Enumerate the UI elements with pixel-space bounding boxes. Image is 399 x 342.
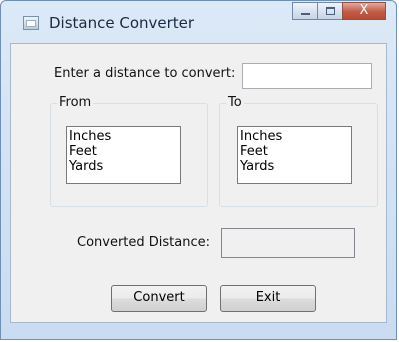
from-option-yards[interactable]: Yards	[69, 159, 178, 174]
to-groupbox: To Inches Feet Yards	[219, 95, 378, 207]
from-group-label: From	[57, 95, 94, 110]
minimize-icon[interactable]	[292, 2, 318, 20]
converted-distance-label: Converted Distance:	[77, 235, 211, 250]
window-controls: X	[292, 2, 386, 22]
close-icon[interactable]: X	[342, 2, 386, 20]
to-option-inches[interactable]: Inches	[240, 129, 349, 144]
from-option-feet[interactable]: Feet	[69, 144, 178, 159]
maximize-icon[interactable]	[317, 2, 343, 20]
exit-button[interactable]: Exit	[220, 285, 316, 312]
from-groupbox: From Inches Feet Yards	[50, 95, 208, 207]
from-listbox[interactable]: Inches Feet Yards	[66, 126, 181, 184]
distance-converter-window: Distance Converter X Enter a distance to…	[0, 0, 397, 340]
to-option-feet[interactable]: Feet	[240, 144, 349, 159]
to-group-label: To	[226, 95, 244, 110]
from-option-inches[interactable]: Inches	[69, 129, 178, 144]
window-title: Distance Converter	[49, 14, 195, 32]
to-option-yards[interactable]: Yards	[240, 159, 349, 174]
distance-input[interactable]	[242, 63, 372, 89]
form-client-area: Enter a distance to convert: From Inches…	[10, 43, 387, 323]
converted-distance-output	[221, 228, 355, 258]
title-bar[interactable]: Distance Converter X	[1, 1, 396, 43]
form-window-icon[interactable]	[23, 16, 39, 30]
convert-button[interactable]: Convert	[111, 285, 207, 312]
to-listbox[interactable]: Inches Feet Yards	[237, 126, 352, 184]
distance-prompt-label: Enter a distance to convert:	[54, 66, 236, 81]
